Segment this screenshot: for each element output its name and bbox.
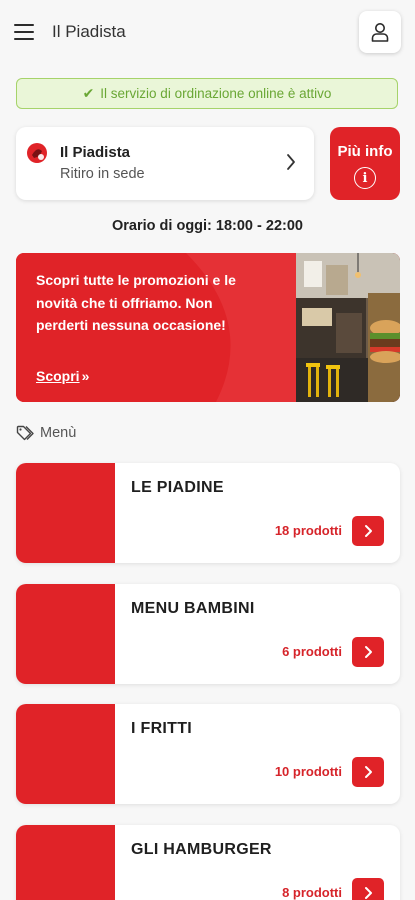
opening-hours: Orario di oggi: 18:00 - 22:00 bbox=[112, 218, 303, 234]
category-image bbox=[16, 825, 115, 900]
store-selector[interactable]: Il Piadista Ritiro in sede bbox=[16, 127, 314, 200]
category-open-button[interactable] bbox=[352, 637, 384, 667]
user-icon bbox=[371, 23, 389, 42]
profile-button[interactable] bbox=[359, 11, 401, 53]
category-title: LE PIADINE bbox=[131, 479, 224, 496]
category-open-button[interactable] bbox=[352, 516, 384, 546]
hamburger-menu-icon[interactable] bbox=[14, 22, 36, 42]
category-card[interactable]: MENU BAMBINI 6 prodotti bbox=[16, 584, 400, 684]
info-icon: i bbox=[354, 167, 376, 189]
promo-discover-link[interactable]: Scopri» bbox=[36, 368, 89, 384]
category-title: MENU BAMBINI bbox=[131, 600, 255, 617]
category-title: I FRITTI bbox=[131, 720, 193, 737]
store-logo-icon bbox=[27, 143, 47, 163]
category-card[interactable]: GLI HAMBURGER 8 prodotti bbox=[16, 825, 400, 900]
service-status-text: Il servizio di ordinazione online è atti… bbox=[100, 86, 332, 101]
chevron-right-icon bbox=[365, 887, 372, 899]
chevron-right-icon bbox=[365, 646, 372, 658]
menu-section-label: Menù bbox=[40, 425, 77, 441]
chevron-right-icon bbox=[287, 154, 295, 170]
check-icon: ✔ bbox=[82, 85, 95, 101]
chevron-right-icon bbox=[365, 766, 372, 778]
store-order-mode: Ritiro in sede bbox=[60, 166, 145, 182]
category-title: GLI HAMBURGER bbox=[131, 841, 272, 858]
top-bar: Il Piadista bbox=[0, 0, 415, 66]
category-card[interactable]: I FRITTI 10 prodotti bbox=[16, 704, 400, 804]
app: Il Piadista ✔ Il servizio di ordinazione… bbox=[0, 0, 415, 900]
category-open-button[interactable] bbox=[352, 757, 384, 787]
menu-section-header: Menù bbox=[16, 425, 76, 441]
promo-banner[interactable]: Scopri tutte le promozioni e le novità c… bbox=[16, 253, 400, 402]
tag-icon bbox=[16, 425, 34, 441]
more-info-label: Più info bbox=[337, 143, 393, 160]
double-chevron-right-icon: » bbox=[81, 368, 90, 384]
category-image bbox=[16, 463, 115, 563]
category-card[interactable]: LE PIADINE 18 prodotti bbox=[16, 463, 400, 563]
more-info-button[interactable]: Più info i bbox=[330, 127, 400, 200]
promo-text: Scopri tutte le promozioni e le novità c… bbox=[36, 272, 236, 333]
store-name: Il Piadista bbox=[60, 144, 131, 161]
category-product-count: 6 prodotti bbox=[282, 644, 342, 659]
service-status-banner: ✔ Il servizio di ordinazione online è at… bbox=[16, 78, 398, 109]
app-title: Il Piadista bbox=[52, 22, 126, 41]
category-product-count: 10 prodotti bbox=[274, 764, 342, 779]
category-product-count: 8 prodotti bbox=[282, 885, 342, 900]
category-image bbox=[16, 584, 115, 684]
category-image bbox=[16, 704, 115, 804]
category-product-count: 18 prodotti bbox=[274, 523, 342, 538]
chevron-right-icon bbox=[365, 525, 372, 537]
restaurant-photo bbox=[296, 253, 400, 402]
category-open-button[interactable] bbox=[352, 878, 384, 900]
